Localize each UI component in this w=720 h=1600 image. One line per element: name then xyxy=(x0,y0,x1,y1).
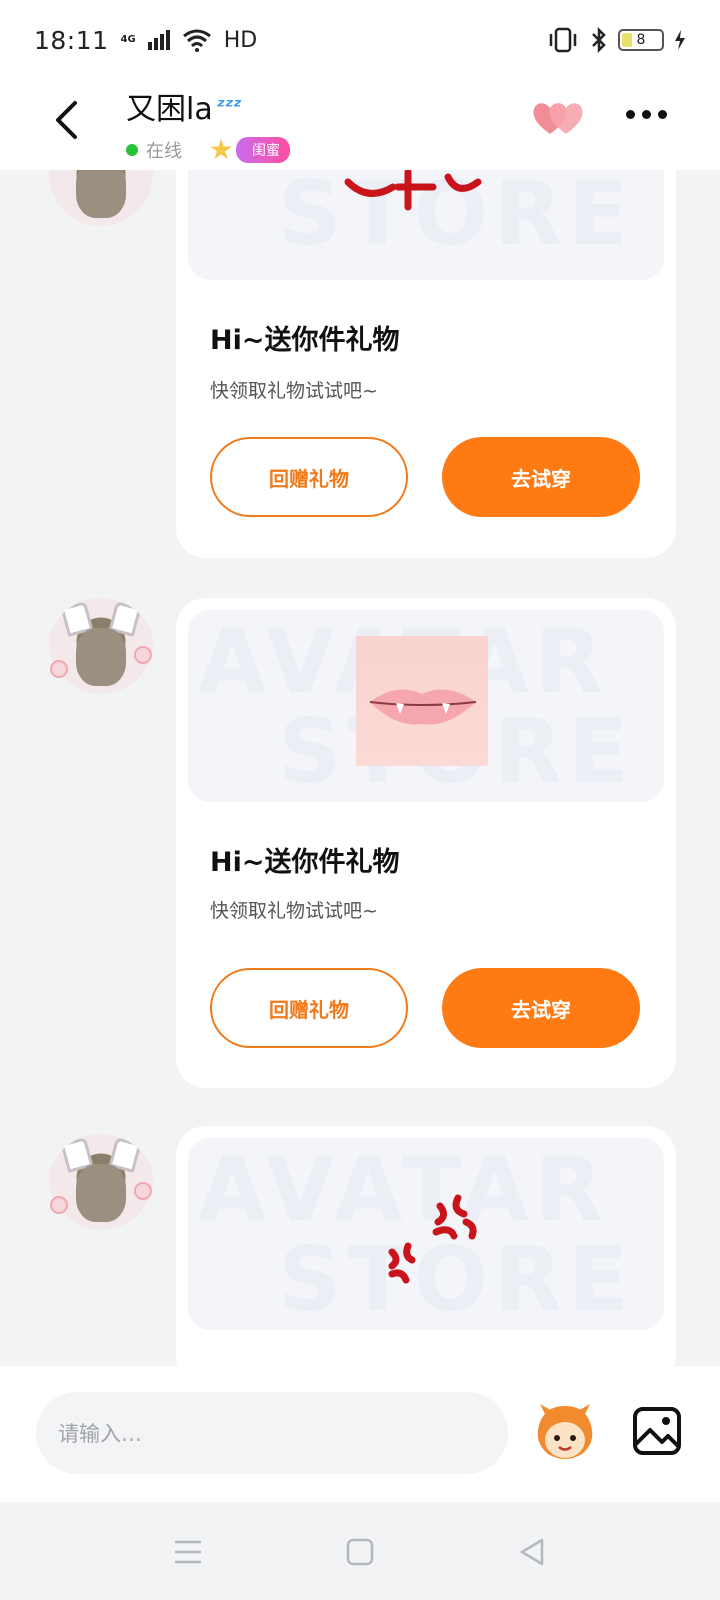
contact-name: 又困la ᶻᶻᶻ xyxy=(126,84,290,128)
card-subtitle: 快领取礼物试试吧~ xyxy=(210,900,378,922)
chat-header: 又困la ᶻᶻᶻ 在线 ★ 闺蜜 xyxy=(0,80,720,170)
try-on-button[interactable]: 去试穿 xyxy=(442,437,640,517)
back-arrow-icon xyxy=(56,101,77,139)
relationship-badge: 闺蜜 xyxy=(236,137,290,163)
star-mascot-icon: ★ xyxy=(208,133,234,166)
gift-card: AVATAR STORE Hi~送你件礼物 快领取礼物试试吧~ 回赠礼物 去试穿 xyxy=(176,598,676,1088)
battery-level: 8 xyxy=(636,32,646,48)
wifi-icon xyxy=(182,29,211,52)
card-title: Hi~送你件礼物 xyxy=(210,325,400,356)
bluetooth-icon xyxy=(592,27,606,53)
online-dot xyxy=(126,144,138,156)
more-icon xyxy=(626,110,635,119)
back-button[interactable] xyxy=(44,98,88,142)
return-gift-button[interactable]: 回赠礼物 xyxy=(210,437,408,517)
gift-image xyxy=(356,636,488,766)
nav-back-button[interactable] xyxy=(514,1534,550,1570)
system-nav-bar xyxy=(0,1502,720,1600)
hearts-icon xyxy=(533,103,583,134)
home-square-icon xyxy=(346,1538,374,1566)
emoji-mascot-icon xyxy=(537,1404,593,1459)
more-button[interactable] xyxy=(626,110,667,119)
avatar[interactable] xyxy=(46,170,156,240)
card-title: Hi~送你件礼物 xyxy=(210,847,400,878)
image-button[interactable] xyxy=(632,1406,682,1456)
sleep-zzz-icon: ᶻᶻᶻ xyxy=(216,94,242,118)
back-triangle-icon xyxy=(520,1538,544,1566)
anger-icon xyxy=(388,1194,477,1284)
gift-preview: AVATAR STORE xyxy=(188,1138,664,1330)
status-row: 在线 ★ 闺蜜 xyxy=(126,136,290,164)
gift-preview: STORE xyxy=(188,170,664,280)
clock: 18:11 xyxy=(34,25,109,55)
hearts-button[interactable] xyxy=(530,98,590,138)
return-gift-button[interactable]: 回赠礼物 xyxy=(210,968,408,1048)
card-subtitle: 快领取礼物试试吧~ xyxy=(210,380,378,402)
menu-icon xyxy=(175,1540,201,1564)
status-left: 18:11 4G HD xyxy=(34,26,257,55)
gift-preview: AVATAR STORE xyxy=(188,610,664,802)
try-on-button[interactable]: 去试穿 xyxy=(442,968,640,1048)
signal-icon xyxy=(147,30,170,50)
input-bar: 请输入… xyxy=(0,1366,720,1502)
status-right: 8 xyxy=(546,27,686,53)
avatar[interactable] xyxy=(46,1134,156,1244)
nav-home-button[interactable] xyxy=(342,1534,378,1570)
chat-area[interactable]: STORE Hi~送你件礼物 快领取礼物试试吧~ 回赠礼物 去试穿 AVATAR… xyxy=(0,170,720,1366)
nickname-text: 又困la xyxy=(126,92,213,127)
gift-card: AVATAR STORE xyxy=(176,1126,676,1366)
emoji-button[interactable] xyxy=(532,1400,598,1466)
gift-image xyxy=(344,170,482,211)
lips-icon xyxy=(369,689,477,725)
charging-icon xyxy=(675,30,685,50)
gift-card: STORE Hi~送你件礼物 快领取礼物试试吧~ 回赠礼物 去试穿 xyxy=(176,170,676,558)
battery-icon: 8 xyxy=(618,29,664,51)
nav-menu-button[interactable] xyxy=(170,1534,206,1570)
status-bar: 18:11 4G HD 8 xyxy=(0,0,720,80)
online-status: 在线 xyxy=(146,141,182,162)
vibrate-icon xyxy=(549,27,577,53)
message-input[interactable]: 请输入… xyxy=(36,1392,508,1474)
image-icon xyxy=(633,1407,681,1455)
hd-indicator: HD xyxy=(223,27,258,53)
network-type: 4G xyxy=(120,34,136,45)
chat-title[interactable]: 又困la ᶻᶻᶻ 在线 ★ 闺蜜 xyxy=(126,84,290,164)
avatar[interactable] xyxy=(46,598,156,708)
